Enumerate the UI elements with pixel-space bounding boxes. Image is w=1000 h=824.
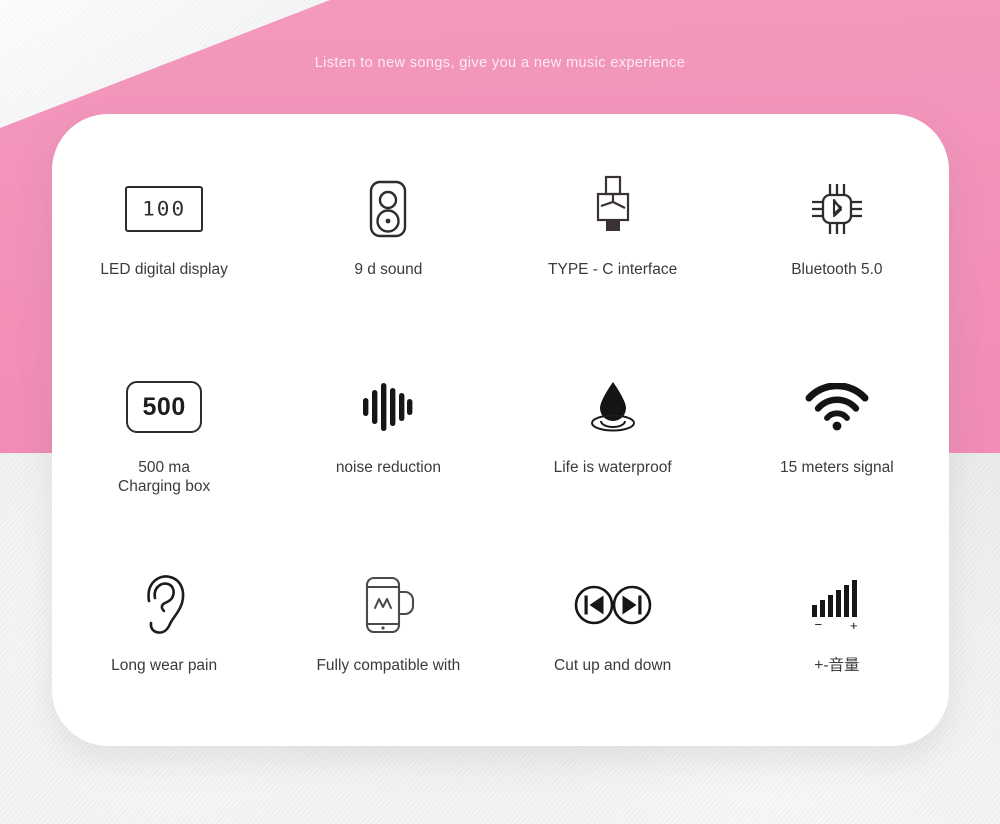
page-tagline: Listen to new songs, give you a new musi…	[314, 55, 686, 71]
feature-label: Fully compatible with	[316, 657, 461, 674]
feature-label: 9 d sound	[354, 261, 423, 278]
sound-wave-icon	[361, 364, 415, 450]
feature-label: LED digital display	[100, 261, 228, 278]
feature-label: TYPE - C interface	[548, 261, 678, 278]
volume-minus-sign: −	[814, 617, 822, 632]
wifi-signal-icon	[804, 364, 870, 450]
feature-label: 500 ma Charging box	[118, 459, 211, 495]
feature-label: +-音量	[814, 657, 860, 674]
product-feature-page: Listen to new songs, give you a new musi…	[0, 0, 1000, 824]
ear-icon	[138, 562, 190, 648]
track-prev-next-icon	[573, 562, 653, 648]
feature-item-charging-box: 500 500 ma Charging box	[52, 364, 276, 562]
volume-plus-sign: +	[850, 618, 858, 633]
feature-item-9d-sound: 9 d sound	[276, 166, 500, 364]
capacity-frame: 500	[126, 381, 203, 433]
feature-label: Bluetooth 5.0	[791, 261, 883, 278]
feature-item-volume-control: − + +-音量	[725, 562, 949, 760]
led-value: 100	[142, 197, 187, 221]
feature-item-signal-range: 15 meters signal	[725, 364, 949, 562]
led-frame: 100	[125, 186, 204, 232]
feature-grid: 100 LED digital display 9 d sound TYPE -…	[52, 166, 949, 760]
feature-card: 100 LED digital display 9 d sound TYPE -…	[52, 114, 949, 746]
feature-label: noise reduction	[335, 459, 441, 476]
volume-bars-icon: − +	[806, 562, 868, 648]
feature-item-long-wear: Long wear pain	[52, 562, 276, 760]
feature-item-type-c-interface: TYPE - C interface	[501, 166, 725, 364]
feature-item-noise-reduction: noise reduction	[276, 364, 500, 562]
water-droplet-icon	[582, 364, 644, 450]
feature-item-track-control: Cut up and down	[501, 562, 725, 760]
feature-label: Life is waterproof	[553, 459, 672, 476]
feature-item-led-digital-display: 100 LED digital display	[52, 166, 276, 364]
feature-label: Long wear pain	[111, 657, 218, 674]
bluetooth-chip-icon	[806, 166, 868, 252]
charging-box-capacity-icon: 500	[126, 364, 203, 450]
feature-item-bluetooth: Bluetooth 5.0	[725, 166, 949, 364]
feature-label: 15 meters signal	[780, 459, 894, 476]
capacity-value: 500	[142, 392, 186, 421]
feature-item-waterproof: Life is waterproof	[501, 364, 725, 562]
usb-type-c-connector-icon	[591, 166, 635, 252]
led-digital-display-icon: 100	[125, 166, 204, 252]
phone-compatible-icon	[359, 562, 417, 648]
feature-label: Cut up and down	[554, 657, 672, 674]
speaker-icon	[362, 166, 414, 252]
feature-item-compatibility: Fully compatible with	[276, 562, 500, 760]
